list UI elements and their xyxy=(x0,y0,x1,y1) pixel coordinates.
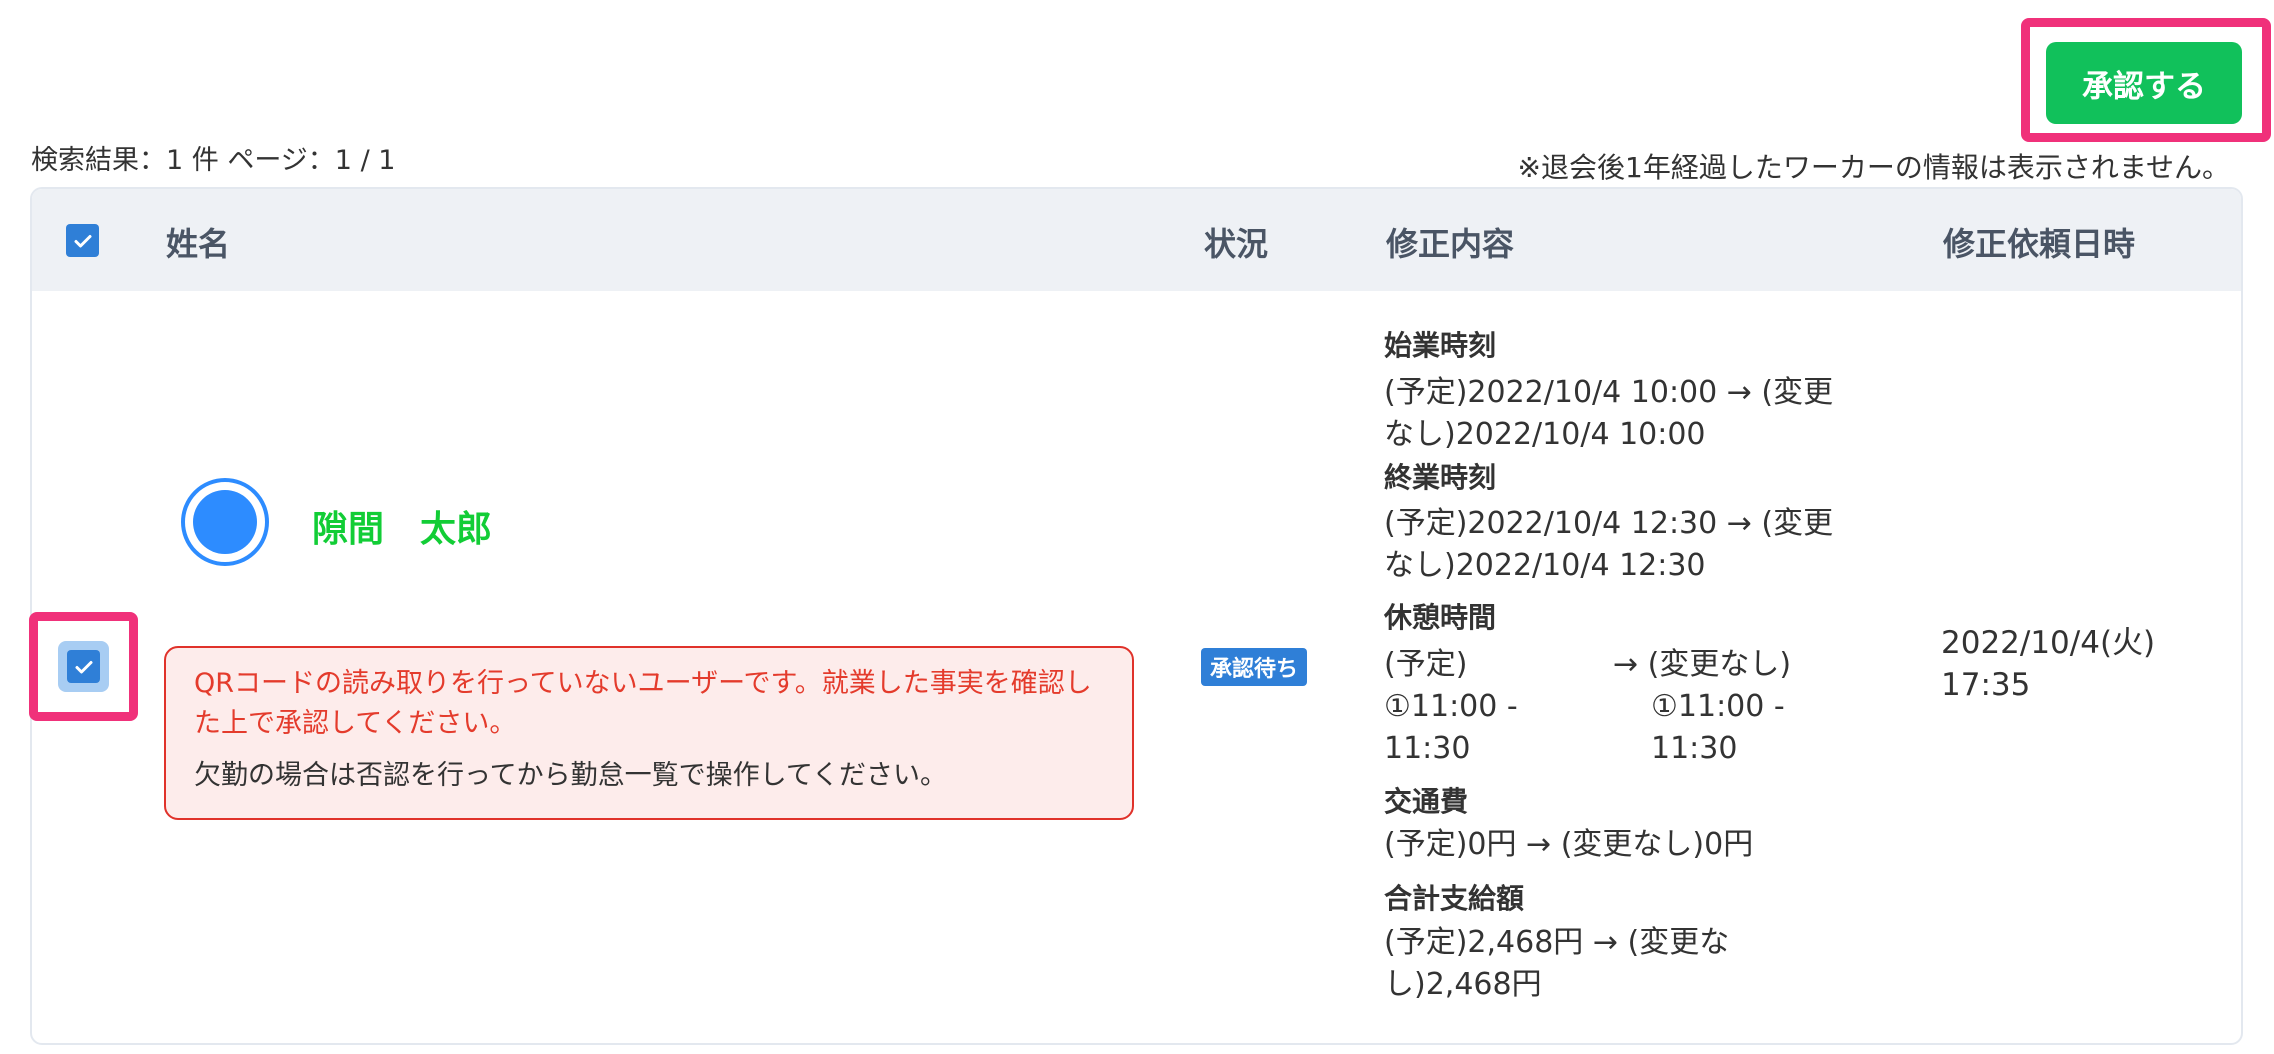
total-pay-change: (予定)2,468円 → (変更な xyxy=(1384,925,1730,960)
start-time-title: 始業時刻 xyxy=(1384,329,1497,362)
column-header-name[interactable]: 姓名 xyxy=(166,219,230,265)
end-time-title: 終業時刻 xyxy=(1384,461,1497,494)
column-header-requested-at[interactable]: 修正依頼日時 xyxy=(1943,219,2135,265)
select-all-checkbox[interactable] xyxy=(66,224,99,257)
status-badge: 承認待ち xyxy=(1201,648,1308,686)
row-select-checkbox[interactable] xyxy=(67,650,100,683)
transport-change: (予定)0円 → (変更なし)0円 xyxy=(1384,827,1754,862)
break-before-range: ①11:00 - xyxy=(1384,689,1518,724)
start-time-change-cont: なし)2022/10/4 10:00 xyxy=(1384,417,1706,452)
break-before-label: (予定) xyxy=(1384,647,1468,682)
start-time-change: (予定)2022/10/4 10:00 → (変更 xyxy=(1384,375,1834,410)
break-time-title: 休憩時間 xyxy=(1384,601,1497,634)
avatar xyxy=(181,478,269,566)
worker-name-link[interactable]: 隙間 太郎 xyxy=(312,500,492,552)
avatar-placeholder-icon xyxy=(193,490,257,554)
retention-notice: ※退会後1年経過したワーカーの情報は表示されません。 xyxy=(1517,151,2230,184)
transport-title: 交通費 xyxy=(1384,785,1469,818)
table-header: 姓名 状況 修正内容 修正依頼日時 xyxy=(32,189,2241,291)
search-result-summary: 検索結果：1 件 ページ：1 / 1 xyxy=(31,145,396,176)
column-header-changes[interactable]: 修正内容 xyxy=(1386,219,1514,265)
check-icon xyxy=(75,660,92,673)
total-pay-title: 合計支給額 xyxy=(1384,882,1525,915)
break-before-range-cont: 11:30 xyxy=(1384,731,1471,766)
requested-at: 2022/10/4(火) 17:35 xyxy=(1941,622,2155,706)
end-time-change-cont: なし)2022/10/4 12:30 xyxy=(1384,548,1706,583)
end-time-change: (予定)2022/10/4 12:30 → (変更 xyxy=(1384,506,1834,541)
break-after-range: ①11:00 - xyxy=(1651,689,1785,724)
absence-instruction-text: 欠勤の場合は否認を行ってから勤怠一覧で操作してください。 xyxy=(194,760,948,791)
column-header-status[interactable]: 状況 xyxy=(1204,219,1268,265)
check-icon xyxy=(74,234,91,247)
break-after-label: → (変更なし) xyxy=(1613,647,1792,682)
qr-warning-text: QRコードの読み取りを行っていないユーザーです。就業した事実を確認した上で承認し… xyxy=(194,668,1092,739)
requested-at-date: 2022/10/4(火) xyxy=(1941,625,2156,661)
request-table: 姓名 状況 修正内容 修正依頼日時 xyxy=(30,187,2243,1045)
break-after-range-cont: 11:30 xyxy=(1651,731,1738,766)
total-pay-change-cont: し)2,468円 xyxy=(1384,967,1542,1002)
approve-button[interactable]: 承認する xyxy=(2046,42,2242,124)
qr-warning-box: QRコードの読み取りを行っていないユーザーです。就業した事実を確認した上で承認し… xyxy=(164,646,1134,820)
requested-at-time: 17:35 xyxy=(1941,667,2031,703)
